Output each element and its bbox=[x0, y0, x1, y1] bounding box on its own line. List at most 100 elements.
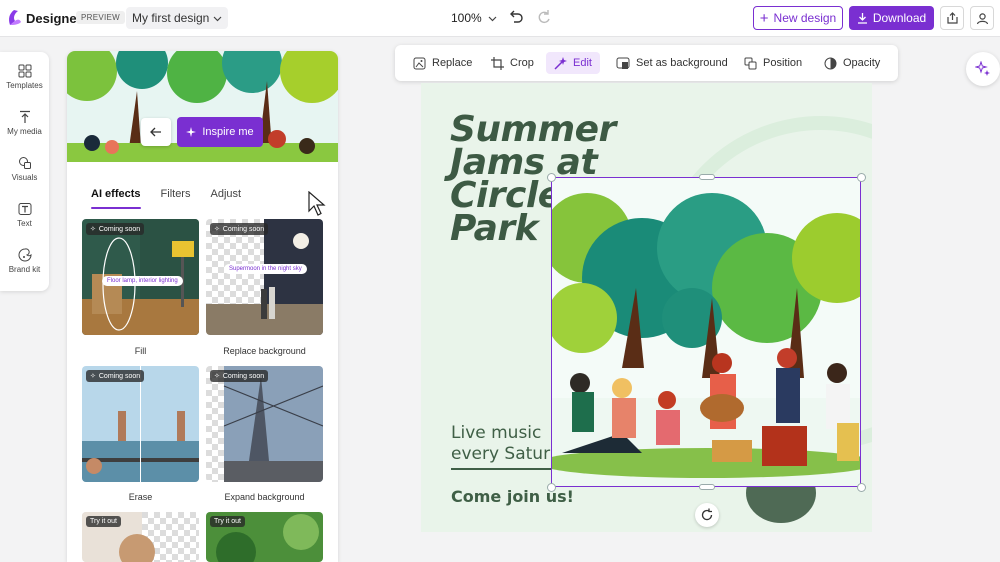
position-label: Position bbox=[763, 57, 803, 69]
effects-tabs: AI effects Filters Adjust bbox=[91, 188, 241, 209]
effect-card-erase[interactable]: ✧ Coming soon bbox=[82, 366, 199, 482]
position-icon bbox=[744, 57, 757, 69]
rail-item-templates[interactable]: Templates bbox=[0, 64, 49, 90]
rail-label: Templates bbox=[6, 81, 43, 90]
app-name[interactable]: Designer bbox=[26, 11, 82, 26]
set-as-background-button[interactable]: Set as background bbox=[608, 52, 736, 74]
back-button[interactable] bbox=[141, 118, 171, 146]
magic-wand-icon bbox=[554, 56, 567, 70]
effect-card-label: Expand background bbox=[224, 492, 305, 502]
rail-label: Brand kit bbox=[8, 265, 41, 274]
replace-label: Replace bbox=[432, 57, 473, 69]
selected-image[interactable] bbox=[551, 177, 861, 487]
resize-handle-top[interactable] bbox=[699, 174, 715, 180]
text-icon bbox=[18, 203, 31, 215]
effect-card-label: Erase bbox=[128, 492, 153, 502]
image-toolbar: Replace Crop Edit Set as background Posi… bbox=[395, 45, 898, 81]
erase-preview-image bbox=[82, 366, 199, 482]
coming-soon-badge: ✧ Coming soon bbox=[86, 370, 145, 382]
effect-card-fill[interactable]: ✧ Coming soon Floor lamp, interior lighti… bbox=[82, 219, 199, 335]
rotate-icon bbox=[701, 508, 713, 521]
download-icon bbox=[857, 13, 867, 24]
resize-handle-top-right[interactable] bbox=[857, 173, 866, 182]
rail-label: Visuals bbox=[11, 173, 38, 182]
effect-card-label: Fill bbox=[134, 346, 147, 356]
effect-card-try-2[interactable]: Try it out bbox=[206, 512, 323, 562]
coming-soon-badge: ✧ Coming soon bbox=[210, 223, 269, 235]
subheading-text[interactable]: Live music every Satur bbox=[451, 423, 550, 465]
zoom-value: 100% bbox=[451, 11, 482, 25]
upload-icon bbox=[19, 110, 30, 123]
resize-handle-bottom[interactable] bbox=[699, 484, 715, 490]
ai-effects-panel: Inspire me AI effects Filters Adjust ✧ Co… bbox=[67, 51, 338, 562]
resize-handle-bottom-right[interactable] bbox=[857, 483, 866, 492]
rotate-handle[interactable] bbox=[695, 503, 719, 527]
left-rail: Templates My media Visuals Text Brand ki… bbox=[0, 52, 49, 291]
copilot-button[interactable] bbox=[966, 52, 1000, 86]
preview-badge: PREVIEW bbox=[76, 11, 125, 24]
opacity-icon bbox=[824, 57, 837, 69]
prompt-chip: Floor lamp, interior lighting bbox=[102, 276, 183, 286]
tab-adjust[interactable]: Adjust bbox=[210, 188, 241, 200]
rail-item-visuals[interactable]: Visuals bbox=[0, 156, 49, 182]
sparkle-icon bbox=[186, 126, 197, 137]
edit-label: Edit bbox=[573, 57, 592, 69]
templates-icon bbox=[18, 64, 31, 78]
share-icon bbox=[946, 11, 958, 24]
wand-icon: ✧ bbox=[214, 226, 220, 233]
coming-soon-badge: ✧ Coming soon bbox=[86, 223, 145, 235]
edit-button[interactable]: Edit bbox=[546, 52, 600, 74]
inspire-me-button[interactable]: Inspire me bbox=[177, 117, 263, 147]
crop-button[interactable]: Crop bbox=[483, 52, 542, 74]
expand-background-preview-image bbox=[206, 366, 323, 482]
sparkles-icon bbox=[975, 61, 990, 76]
opacity-button[interactable]: Opacity bbox=[816, 52, 888, 74]
top-bar: Designer PREVIEW My first design 100% + … bbox=[0, 0, 1000, 37]
design-name-dropdown[interactable]: My first design bbox=[126, 7, 229, 29]
wand-icon: ✧ bbox=[90, 373, 96, 380]
new-design-label: New design bbox=[773, 11, 837, 25]
rail-label: Text bbox=[17, 219, 32, 228]
new-design-button[interactable]: + New design bbox=[753, 6, 843, 30]
effect-card-expand-background[interactable]: ✧ Coming soon bbox=[206, 366, 323, 482]
resize-handle-top-left[interactable] bbox=[547, 173, 556, 182]
chevron-down-icon bbox=[213, 16, 222, 21]
rail-item-text[interactable]: Text bbox=[0, 202, 49, 228]
undo-icon[interactable] bbox=[508, 9, 524, 25]
account-button[interactable] bbox=[970, 6, 994, 30]
background-icon bbox=[616, 57, 630, 69]
cta-text[interactable]: Come join us! bbox=[451, 487, 574, 506]
zoom-dropdown[interactable]: 100% bbox=[451, 11, 497, 25]
crop-label: Crop bbox=[510, 57, 534, 69]
replace-button[interactable]: Replace bbox=[405, 52, 480, 74]
picnic-illustration bbox=[552, 178, 860, 486]
chevron-down-icon bbox=[488, 16, 497, 21]
resize-handle-bottom-left[interactable] bbox=[547, 483, 556, 492]
try-it-out-badge: Try it out bbox=[86, 516, 121, 527]
download-button[interactable]: Download bbox=[849, 6, 934, 30]
wand-icon: ✧ bbox=[90, 226, 96, 233]
prompt-chip: Supermoon in the night sky bbox=[224, 264, 307, 274]
position-button[interactable]: Position bbox=[736, 52, 810, 74]
arrow-left-icon bbox=[150, 127, 161, 137]
redo-icon[interactable] bbox=[536, 9, 552, 25]
download-label: Download bbox=[872, 11, 927, 25]
wand-icon: ✧ bbox=[214, 373, 220, 380]
visuals-icon bbox=[18, 157, 31, 169]
inspire-me-label: Inspire me bbox=[202, 126, 254, 138]
effect-card-replace-background[interactable]: ✧ Coming soon Supermoon in the night sky bbox=[206, 219, 323, 335]
rail-label: My media bbox=[7, 127, 42, 136]
design-name-label: My first design bbox=[132, 11, 210, 25]
brand-kit-icon bbox=[18, 248, 32, 262]
tab-ai-effects[interactable]: AI effects bbox=[91, 188, 141, 209]
mouse-cursor-icon bbox=[308, 191, 326, 216]
replace-image-icon bbox=[413, 57, 426, 69]
rail-item-my-media[interactable]: My media bbox=[0, 110, 49, 136]
rail-item-brand-kit[interactable]: Brand kit bbox=[0, 248, 49, 274]
effect-card-try-1[interactable]: Try it out bbox=[82, 512, 199, 562]
effect-card-label: Replace background bbox=[223, 346, 306, 356]
tab-filters[interactable]: Filters bbox=[161, 188, 191, 200]
replace-background-preview-image bbox=[206, 219, 323, 335]
share-button[interactable] bbox=[940, 6, 964, 30]
coming-soon-badge: ✧ Coming soon bbox=[210, 370, 269, 382]
